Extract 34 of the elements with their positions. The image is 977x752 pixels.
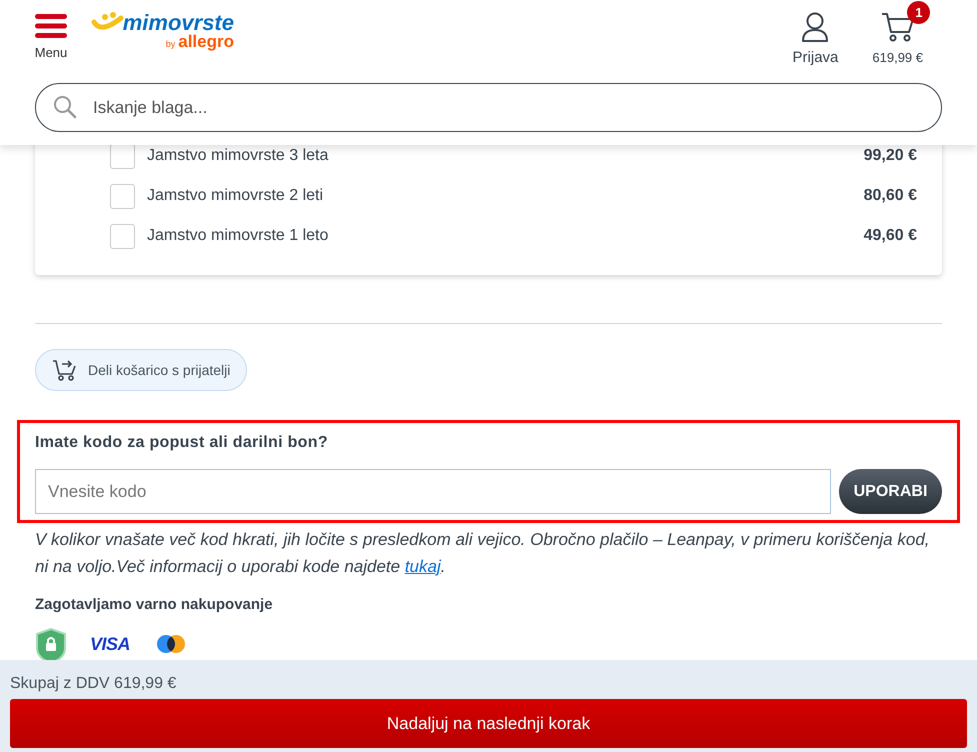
logo-by-text: by [166, 38, 176, 51]
logo-text: mimovrste [122, 12, 234, 34]
voucher-title: Imate kodo za popust ali darilni bon? [35, 433, 329, 453]
checkbox[interactable] [110, 224, 135, 248]
search-icon [53, 95, 77, 119]
apply-button[interactable]: UPORABI [839, 469, 942, 514]
card-circles-icon [156, 634, 186, 654]
logo-brand-text: allegro [178, 33, 234, 50]
menu-button[interactable]: Menu [34, 14, 68, 59]
next-step-button[interactable]: Nadaljuj na naslednji korak [10, 699, 967, 748]
help-link[interactable]: tukaj [404, 557, 441, 576]
shield-lock-icon [36, 628, 66, 660]
warranty-label: Jamstvo mimovrste 1 leto [147, 226, 330, 246]
warranty-label: Jamstvo mimovrste 2 leti [147, 186, 324, 206]
visa-logo: VISA [90, 632, 132, 654]
total-text: Skupaj z DDV 619,99 € [10, 674, 178, 694]
checkbox[interactable] [110, 184, 135, 208]
warranty-price: 49,60 € [864, 226, 917, 246]
cart-icon [880, 12, 915, 42]
menu-icon [35, 14, 67, 38]
cart-count-badge: 1 [907, 1, 930, 24]
secure-shopping-title: Zagotavljamo varno nakupovanje [35, 595, 274, 615]
search-field[interactable]: Iskanje blaga... [35, 83, 942, 132]
warranty-price: 80,60 € [864, 186, 917, 206]
login-button[interactable]: Prijava [792, 12, 838, 70]
checkbox[interactable] [110, 145, 135, 168]
site-logo[interactable]: mimovrste by allegro [84, 12, 234, 52]
share-cart-button[interactable]: Deli košarico s prijatelji [35, 349, 248, 391]
user-icon [801, 12, 830, 42]
voucher-code-field[interactable]: Vnesite kodo [35, 469, 831, 514]
warranty-price: 99,20 € [864, 146, 917, 166]
warranty-label: Jamstvo mimovrste 3 leta [147, 146, 330, 166]
voucher-help-text: V kolikor vnašate več kod hkrati, jih ločite s presledkom ali vejico. Obročno plačilo – Leanpay, v primeru koriščenja kod, ni na voljo.Več informacij o uporabi kode najdete tukaj. [35, 529, 930, 578]
cart-arrow-icon [52, 358, 78, 382]
